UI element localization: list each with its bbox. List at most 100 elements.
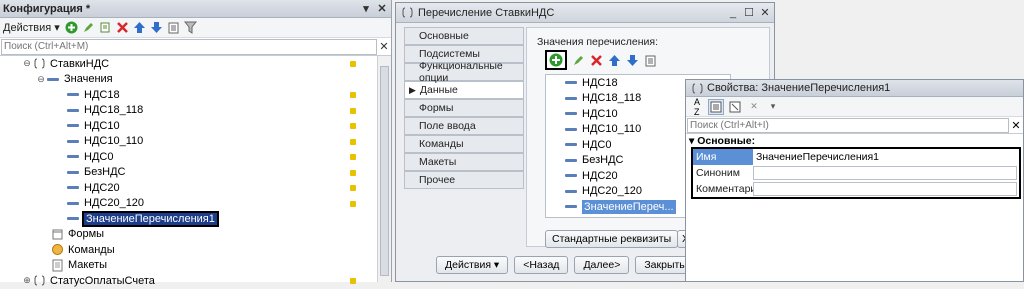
tree-item-value[interactable]: НДС10_110 (0, 134, 376, 150)
edit-icon[interactable] (82, 21, 96, 35)
tree-item-values-group[interactable]: ⊖ Значения (0, 72, 376, 88)
delete-icon[interactable] (116, 21, 130, 35)
commands-icon (50, 243, 64, 257)
filter-icon[interactable] (184, 21, 198, 35)
property-name: Имя (693, 149, 753, 165)
tab-item[interactable]: Поле ввода (404, 117, 524, 135)
enum-value-icon (564, 184, 578, 198)
enum-value-icon (66, 196, 80, 210)
back-button[interactable]: <Назад (514, 256, 569, 274)
tab-item[interactable]: Макеты (404, 153, 524, 171)
enum-value-icon (66, 88, 80, 102)
tab-item[interactable]: Команды (404, 135, 524, 153)
config-search-input[interactable] (1, 38, 377, 55)
property-row[interactable]: Имя ЗначениеПеречисления1 (693, 149, 1019, 165)
edit-icon[interactable] (571, 53, 585, 67)
property-row[interactable]: Комментарий (693, 181, 1019, 197)
group-label: Основные: (697, 135, 756, 147)
delete-icon[interactable] (589, 53, 603, 67)
props-search-input[interactable] (687, 117, 1009, 133)
collapse-icon[interactable]: ⊖ (36, 74, 46, 85)
forms-icon (50, 227, 64, 241)
config-scrollbar[interactable] (377, 56, 391, 282)
property-row[interactable]: Синоним (693, 165, 1019, 181)
enum-value-icon (564, 122, 578, 136)
move-up-icon[interactable] (133, 21, 147, 35)
actions-label: Действия (445, 259, 492, 271)
tree-item-forms[interactable]: Формы (0, 227, 376, 243)
close-icon[interactable]: ✕ (375, 2, 389, 16)
maximize-icon[interactable]: ☐ (742, 6, 756, 19)
tree-item-commands[interactable]: Команды (0, 242, 376, 258)
add-icon[interactable] (65, 21, 79, 35)
tab-item[interactable]: Прочее (404, 171, 524, 189)
standard-attributes-button[interactable]: Стандартные реквизиты (545, 230, 679, 248)
props-group-header[interactable]: ▾ Основные: (686, 134, 1023, 148)
dropdown-icon[interactable]: ▾ (765, 99, 781, 115)
tab-item[interactable]: Функциональные опции (404, 60, 524, 84)
enum-icon (32, 57, 46, 71)
tab-item[interactable]: Основные (404, 27, 524, 45)
move-down-icon[interactable] (625, 53, 639, 67)
props-title: Свойства: ЗначениеПеречисления1 (707, 82, 891, 94)
collapse-icon[interactable]: ⊖ (22, 58, 32, 69)
enum-value-icon (66, 150, 80, 164)
tree-item-next-enum[interactable]: ⊕ СтатусОплатыСчета (0, 273, 376, 289)
tab-item[interactable]: Формы (404, 99, 524, 117)
categorized-icon[interactable] (708, 98, 724, 115)
templates-icon (50, 258, 64, 272)
minimize-icon[interactable]: _ (726, 7, 740, 19)
list-item-label: НДС10_110 (582, 123, 642, 136)
expand-icon[interactable]: ⊕ (22, 275, 32, 286)
tree-item-value[interactable]: НДС10 (0, 118, 376, 134)
actions-button[interactable]: Действия ▾ (436, 256, 509, 274)
copy-icon[interactable] (99, 21, 113, 35)
move-down-icon[interactable] (150, 21, 164, 35)
sort-alpha-icon[interactable]: AZ (689, 97, 705, 117)
tree-item-stavki[interactable]: ⊖ СтавкиНДС (0, 56, 376, 72)
enum-title: Перечисление СтавкиНДС (418, 6, 555, 19)
actions-menu[interactable]: Действия ▾ (3, 21, 62, 34)
props-titlebar: Свойства: ЗначениеПеречисления1 (686, 80, 1023, 97)
filter-props-icon[interactable] (727, 99, 743, 115)
sort-icon[interactable] (167, 21, 181, 35)
clear-search-icon[interactable]: ✕ (377, 40, 391, 53)
sort-icon[interactable] (643, 53, 657, 67)
support-marker-icon (350, 169, 356, 176)
tree-item-value[interactable]: НДС18 (0, 87, 376, 103)
property-value-field[interactable]: ЗначениеПеречисления1 (753, 150, 1017, 164)
enum-value-icon (564, 76, 578, 90)
config-tree: ⊖ СтавкиНДС ⊖ Значения НДС18 НДС18_118 НДС… (0, 56, 376, 289)
tree-item-value[interactable]: НДС20 (0, 180, 376, 196)
configuration-panel: Конфигурация * ▾ ✕ Действия ▾ ✕ ⊖ Ставки… (0, 0, 392, 287)
close-icon[interactable]: ✕ (758, 6, 772, 19)
tab-label: Основные (419, 30, 469, 42)
scrollbar-thumb[interactable] (380, 66, 389, 276)
property-value-field[interactable] (753, 166, 1017, 180)
clear-search-icon[interactable]: ✕ (1009, 119, 1023, 132)
tree-item-value[interactable]: БезНДС (0, 165, 376, 181)
enum-value-icon (66, 165, 80, 179)
props-toolbar: AZ ✕ ▾ (686, 97, 1023, 117)
pin-icon[interactable]: ▾ (359, 2, 373, 16)
close-props-icon[interactable]: ✕ (746, 99, 762, 115)
next-button[interactable]: Далее> (574, 256, 630, 274)
list-item-label: НДС18_118 (582, 92, 642, 105)
list-item-label: НДС0 (582, 138, 612, 151)
tree-item-new-value[interactable]: ЗначениеПеречисления1 (0, 210, 376, 227)
main-properties: Имя ЗначениеПеречисления1 Синоним Комментар… (691, 147, 1021, 199)
config-title: Конфигурация * (3, 2, 91, 15)
tree-item-value[interactable]: НДС20_120 (0, 196, 376, 212)
add-value-button[interactable] (545, 50, 567, 70)
tree-item-templates[interactable]: Макеты (0, 258, 376, 274)
tree-label: НДС0 (84, 150, 114, 163)
tree-item-value[interactable]: НДС0 (0, 149, 376, 165)
property-value-field[interactable] (753, 182, 1017, 196)
list-item-label: НДС20_120 (582, 185, 643, 198)
move-up-icon[interactable] (607, 53, 621, 67)
tab-label: Формы (419, 102, 454, 114)
config-toolbar: Действия ▾ (0, 18, 391, 38)
tree-item-value[interactable]: НДС18_118 (0, 103, 376, 119)
tree-label: Значения (64, 73, 113, 86)
enum-tabs: Основные Подсистемы Функциональные опции ▶ Д… (404, 27, 524, 189)
